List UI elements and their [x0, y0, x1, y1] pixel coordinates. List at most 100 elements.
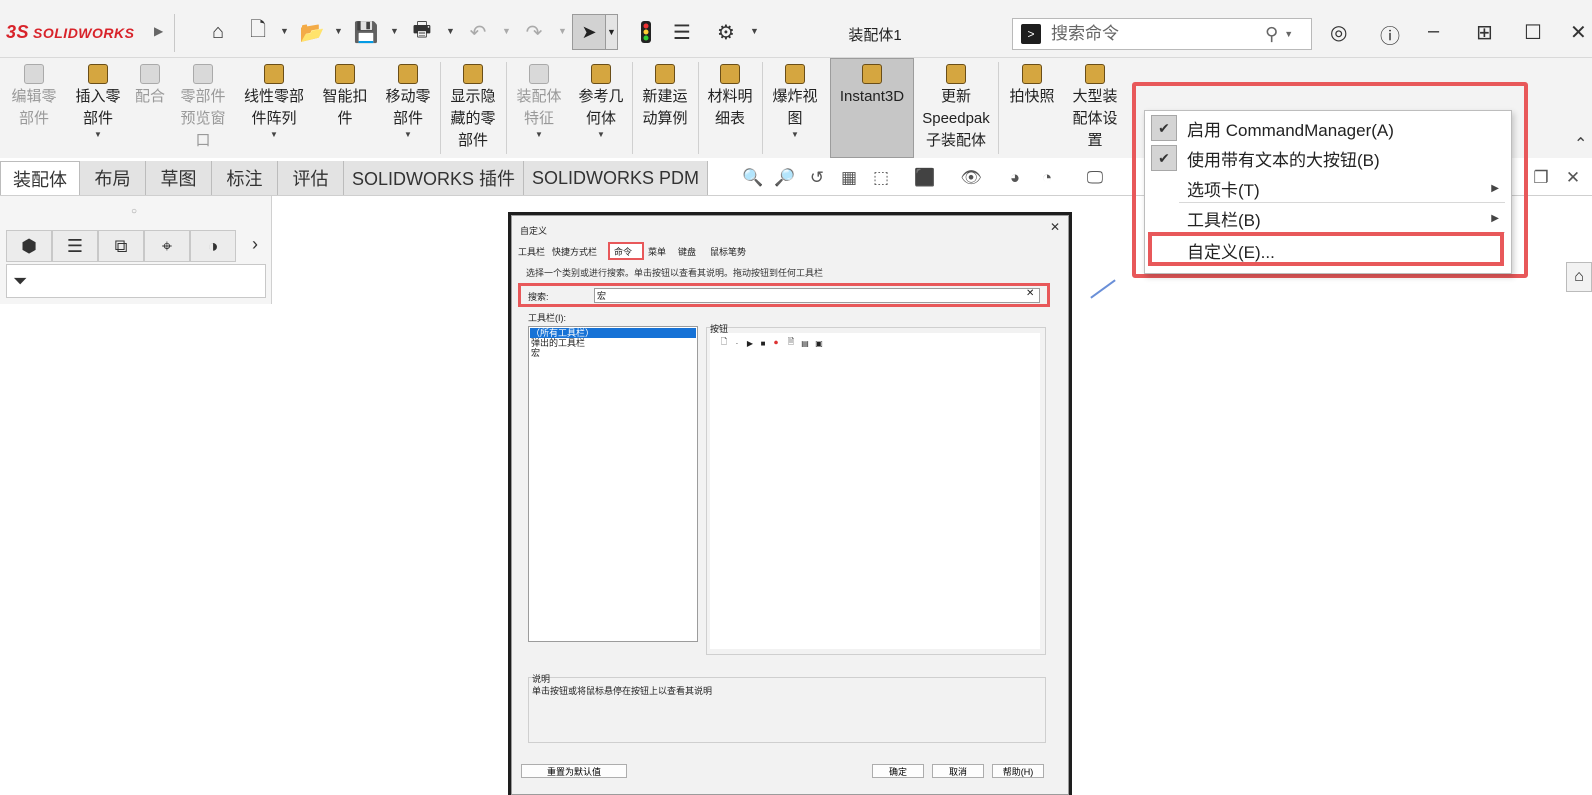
reference-geometry-button[interactable]: 参考几 何体 ▼ [572, 64, 630, 140]
undo-icon[interactable]: ↶ [464, 18, 492, 46]
new-caret-icon[interactable]: ▼ [280, 26, 289, 36]
new-macro-button-icon[interactable]: ▤ [800, 338, 810, 348]
menu-item-tabs[interactable]: 选项卡(T) ▶ [1145, 173, 1511, 203]
command-search-input[interactable]: 宏 [594, 288, 1040, 303]
edit-appearance-icon[interactable]: ◕ [1004, 168, 1026, 188]
tab-layout[interactable]: 布局 [80, 161, 146, 195]
reset-defaults-button[interactable]: 重置为默认值 [521, 764, 627, 778]
linear-component-pattern-button[interactable]: 线性零部 件阵列 ▼ [236, 64, 312, 140]
chevron-down-icon[interactable]: ▼ [404, 130, 412, 140]
view-orientation-icon[interactable]: ⬚ [870, 168, 892, 188]
dialog-tab-toolbars[interactable]: 工具栏 [518, 244, 545, 258]
options-caret-icon[interactable]: ▼ [750, 26, 759, 36]
command-search-box[interactable]: > ⚲ ▼ [1012, 18, 1312, 50]
zoom-to-area-icon[interactable]: 🔎 [774, 168, 796, 188]
restore-split-icon[interactable]: ⊞ [1476, 20, 1493, 45]
chevron-down-icon[interactable]: ▼ [94, 130, 102, 140]
take-snapshot-button[interactable]: 拍快照 [1002, 64, 1062, 108]
save-icon[interactable]: 💾 [352, 18, 380, 46]
list-item[interactable]: 宏 [530, 348, 696, 358]
tab-assembly[interactable]: 装配体 [0, 161, 80, 195]
restore-window-icon[interactable]: ❐ [1530, 168, 1552, 188]
tree-filter-icon[interactable]: ⏷ [6, 264, 266, 298]
print-icon[interactable]: 🖶 [408, 18, 436, 46]
tab-solidworks-pdm[interactable]: SOLIDWORKS PDM [524, 161, 708, 195]
menu-item-toolbars[interactable]: 工具栏(B) ▶ [1145, 203, 1511, 233]
help-icon[interactable]: ⓘ [1380, 20, 1400, 49]
search-icon[interactable]: ⚲ [1265, 24, 1278, 45]
view-settings-monitor-icon[interactable]: 🖵 [1084, 168, 1106, 188]
save-caret-icon[interactable]: ▼ [390, 26, 399, 36]
exploded-view-button[interactable]: 爆炸视 图 ▼ [766, 64, 824, 140]
cancel-button[interactable]: 取消 [932, 764, 984, 778]
logo-menu-arrow-icon[interactable]: ▶ [154, 24, 163, 38]
panel-handle-icon[interactable]: ○ [131, 206, 137, 217]
close-icon[interactable]: ✕ [1050, 220, 1060, 234]
close-icon[interactable]: ✕ [1570, 20, 1587, 45]
rebuild-traffic-light-icon[interactable] [636, 18, 656, 46]
new-macro-icon[interactable]: 🗋 [719, 337, 729, 348]
new-document-icon[interactable]: 🗋 [244, 18, 272, 46]
feature-manager-tab-icon[interactable]: ⬢ [6, 230, 52, 262]
configuration-manager-tab-icon[interactable]: ⧉ [98, 230, 144, 262]
move-component-button[interactable]: 移动零 部件 ▼ [378, 64, 438, 140]
apply-scene-icon[interactable]: ◔ [1036, 168, 1058, 188]
menu-item-large-buttons-with-text[interactable]: ✔ 使用带有文本的大按钮(B) [1145, 143, 1511, 173]
collapse-ribbon-icon[interactable]: ⌃ [1574, 134, 1587, 154]
tab-sketch[interactable]: 草图 [146, 161, 212, 195]
run-macro-icon[interactable]: ▶ [745, 338, 755, 348]
edit-component-button[interactable]: 编辑零 部件 [4, 64, 64, 130]
dialog-tab-shortcut-bars[interactable]: 快捷方式栏 [552, 244, 597, 258]
close-document-icon[interactable]: ✕ [1562, 168, 1584, 188]
dialog-tab-menus[interactable]: 菜单 [648, 244, 666, 258]
tab-markup[interactable]: 标注 [212, 161, 278, 195]
redo-icon[interactable]: ↷ [520, 18, 548, 46]
previous-view-icon[interactable]: ↺ [806, 168, 828, 188]
select-caret-icon[interactable]: ▼ [606, 14, 618, 50]
chevron-down-icon[interactable]: ▼ [597, 130, 605, 140]
list-item[interactable]: （所有工具栏） [530, 328, 696, 338]
bill-of-materials-button[interactable]: 材料明 细表 [702, 64, 758, 130]
open-caret-icon[interactable]: ▼ [334, 26, 343, 36]
large-assembly-settings-button[interactable]: 大型装 配体设 置 [1064, 64, 1126, 152]
help-button[interactable]: 帮助(H) [992, 764, 1044, 778]
display-style-icon[interactable]: ⬛ [914, 168, 936, 188]
select-pointer-icon[interactable]: ➤ [572, 14, 606, 50]
component-preview-window-button[interactable]: 零部件 预览窗 口 [174, 64, 232, 152]
new-motion-study-button[interactable]: 新建运 动算例 [636, 64, 694, 130]
redo-caret-icon[interactable]: ▼ [558, 26, 567, 36]
minimize-icon[interactable]: – [1428, 20, 1439, 43]
menu-item-enable-commandmanager[interactable]: ✔ 启用 CommandManager(A) [1145, 113, 1511, 143]
record-pause-macro-icon[interactable]: ⏺ [771, 338, 781, 348]
chevron-down-icon[interactable]: ▼ [535, 130, 543, 140]
user-account-icon[interactable]: ◎ [1330, 20, 1347, 45]
mate-button[interactable]: 配合 [128, 64, 172, 108]
macro-options-icon[interactable]: · [732, 338, 742, 348]
tab-solidworks-addins[interactable]: SOLIDWORKS 插件 [344, 161, 524, 195]
search-caret-icon[interactable]: ▼ [1284, 29, 1293, 39]
chevron-down-icon[interactable]: ▼ [270, 130, 278, 140]
file-properties-icon[interactable]: ☰ [668, 18, 696, 46]
dimxpert-manager-tab-icon[interactable]: ⌖ [144, 230, 190, 262]
chevron-down-icon[interactable]: ▼ [791, 130, 799, 140]
ok-button[interactable]: 确定 [872, 764, 924, 778]
edit-macro-icon[interactable]: 🗎 [786, 337, 796, 348]
section-view-icon[interactable]: ▦ [838, 168, 860, 188]
search-input[interactable] [1051, 24, 1261, 44]
clear-search-icon[interactable]: ✕ [1026, 288, 1034, 299]
solidworks-logo[interactable]: 3S SOLIDWORKS [6, 22, 134, 43]
dialog-tab-mouse-gestures[interactable]: 鼠标笔势 [710, 244, 746, 258]
home-icon[interactable]: ⌂ [204, 18, 232, 46]
tab-evaluate[interactable]: 评估 [278, 161, 344, 195]
toolbar-category-list[interactable]: （所有工具栏） 弹出的工具栏 宏 [528, 326, 698, 642]
list-item[interactable]: 弹出的工具栏 [530, 338, 696, 348]
update-speedpak-button[interactable]: 更新 Speedpak 子装配体 [918, 64, 994, 152]
dialog-tab-commands[interactable]: 命令 [614, 244, 632, 258]
print-caret-icon[interactable]: ▼ [446, 26, 455, 36]
maximize-icon[interactable]: ☐ [1524, 20, 1542, 45]
task-pane-home-icon[interactable]: ⌂ [1566, 262, 1592, 292]
open-folder-icon[interactable]: 📂 [298, 18, 326, 46]
options-gear-icon[interactable]: ⚙ [712, 18, 740, 46]
display-manager-tab-icon[interactable]: ◑ [190, 230, 236, 262]
property-manager-tab-icon[interactable]: ☰ [52, 230, 98, 262]
